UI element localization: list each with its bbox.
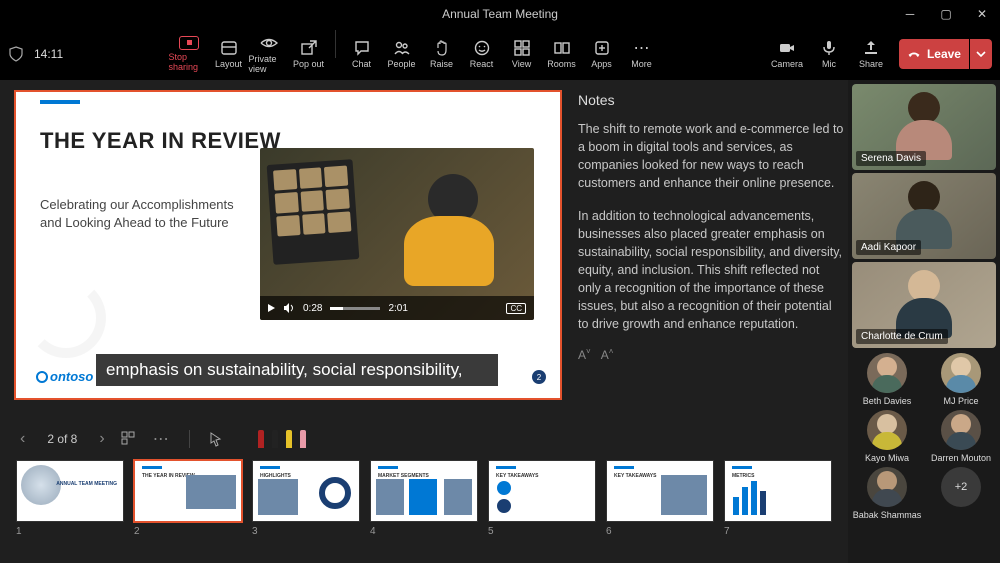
close-button[interactable]: ✕ [964,0,1000,28]
mic-button[interactable]: Mic [809,35,849,73]
people-icon [393,39,411,57]
cursor-icon[interactable] [208,431,224,447]
leave-button[interactable]: Leave [899,39,969,69]
thumbnail-1[interactable]: ANNUAL TEAM MEETING [16,460,124,522]
notes-paragraph-2: In addition to technological advancement… [578,207,844,334]
participant-darren[interactable]: Darren Mouton [926,410,996,463]
presented-slide: THE YEAR IN REVIEW Celebrating our Accom… [14,90,562,400]
pop-out-icon [300,39,318,57]
stop-sharing-icon [179,36,199,50]
raise-hand-button[interactable]: Raise [422,30,462,78]
participant-kayo[interactable]: Kayo Miwa [852,410,922,463]
mic-icon [820,39,838,57]
notes-panel: Notes The shift to remote work and e-com… [578,90,844,418]
video-controls: 0:28 2:01 CC [260,296,534,320]
share-button[interactable]: Share [851,35,891,73]
more-options-button[interactable]: ⋯ [151,429,171,449]
play-icon[interactable] [268,304,275,312]
notes-heading: Notes [578,92,844,108]
slide-thumbnails: ANNUAL TEAM MEETING1 THE YEAR IN REVIEW2… [14,460,844,537]
red-pen[interactable] [258,430,264,448]
pink-highlighter[interactable] [300,430,306,448]
more-button[interactable]: ⋯ More [622,30,662,78]
participant-overflow[interactable]: +2 [926,467,996,520]
chevron-down-icon [976,51,986,57]
slide-number-badge: 2 [532,370,546,384]
rooms-button[interactable]: Rooms [542,30,582,78]
slide-subtitle: Celebrating our Accomplishments and Look… [40,196,240,232]
eye-icon [260,34,278,52]
notes-paragraph-1: The shift to remote work and e-commerce … [578,120,844,193]
window-title: Annual Team Meeting [442,7,558,21]
meeting-toolbar: 14:11 Stop sharing Layout Private view P… [0,28,1000,80]
participant-babak[interactable]: Babak Shammas [852,467,922,520]
layout-icon [220,39,238,57]
thumbnail-4[interactable]: MARKET SEGMENTS [370,460,478,522]
title-bar: Annual Team Meeting ─ ▢ ✕ [0,0,1000,28]
volume-icon[interactable] [283,302,295,314]
presenter-controls: ‹ 2 of 8 › ⋯ [14,424,844,454]
share-icon [862,39,880,57]
live-caption: emphasis on sustainability, social respo… [96,354,498,386]
previous-slide-button[interactable]: ‹ [18,430,27,448]
camera-icon [778,39,796,57]
slide-indicator: 2 of 8 [41,432,83,446]
layout-button[interactable]: Layout [209,30,249,78]
rooms-icon [553,39,571,57]
decrease-font-button[interactable]: A˅ [578,347,591,362]
more-icon: ⋯ [633,39,651,57]
yellow-highlighter[interactable] [286,430,292,448]
chat-button[interactable]: Chat [342,30,382,78]
meeting-duration: 14:11 [34,47,63,61]
video-elapsed: 0:28 [303,303,322,314]
participant-mj[interactable]: MJ Price [926,353,996,406]
participants-panel: Serena Davis Aadi Kapoor Charlotte de Cr… [848,80,1000,563]
apps-button[interactable]: Apps [582,30,622,78]
leave-dropdown[interactable] [970,39,992,69]
thumbnail-6[interactable]: KEY TAKEAWAYS [606,460,714,522]
thumbnail-2[interactable]: THE YEAR IN REVIEW [134,460,242,522]
people-button[interactable]: People [382,30,422,78]
thumbnail-7[interactable]: METRICS [724,460,832,522]
decorative-swirl [26,278,106,358]
participant-tile-charlotte[interactable]: Charlotte de Crum [852,262,996,348]
video-total: 2:01 [388,303,407,314]
pen-tools [258,430,306,448]
slide-video[interactable]: 0:28 2:01 CC [260,148,534,320]
increase-font-button[interactable]: A˄ [601,347,614,362]
participant-beth[interactable]: Beth Davies [852,353,922,406]
grid-icon [513,39,531,57]
camera-button[interactable]: Camera [767,35,807,73]
thumbnail-5[interactable]: KEY TAKEAWAYS [488,460,596,522]
smile-icon [473,39,491,57]
react-button[interactable]: React [462,30,502,78]
chat-icon [353,39,371,57]
participant-tile-serena[interactable]: Serena Davis [852,84,996,170]
view-button[interactable]: View [502,30,542,78]
contoso-logo: ontoso [36,369,93,384]
cc-button[interactable]: CC [506,303,526,314]
grid-view-icon[interactable] [121,431,137,447]
maximize-button[interactable]: ▢ [928,0,964,28]
black-pen[interactable] [272,430,278,448]
stop-sharing-button[interactable]: Stop sharing [169,30,209,78]
plus-square-icon [593,39,611,57]
hand-icon [433,39,451,57]
window-controls: ─ ▢ ✕ [892,0,1000,28]
shield-icon [8,46,24,62]
private-view-button[interactable]: Private view [249,30,289,78]
hangup-icon [907,47,921,61]
video-progress[interactable] [330,307,380,310]
minimize-button[interactable]: ─ [892,0,928,28]
participant-tile-aadi[interactable]: Aadi Kapoor [852,173,996,259]
next-slide-button[interactable]: › [97,430,106,448]
accent-bar [40,100,80,104]
thumbnail-3[interactable]: HIGHLIGHTS [252,460,360,522]
slide-title: THE YEAR IN REVIEW [40,128,281,154]
pop-out-button[interactable]: Pop out [289,30,329,78]
